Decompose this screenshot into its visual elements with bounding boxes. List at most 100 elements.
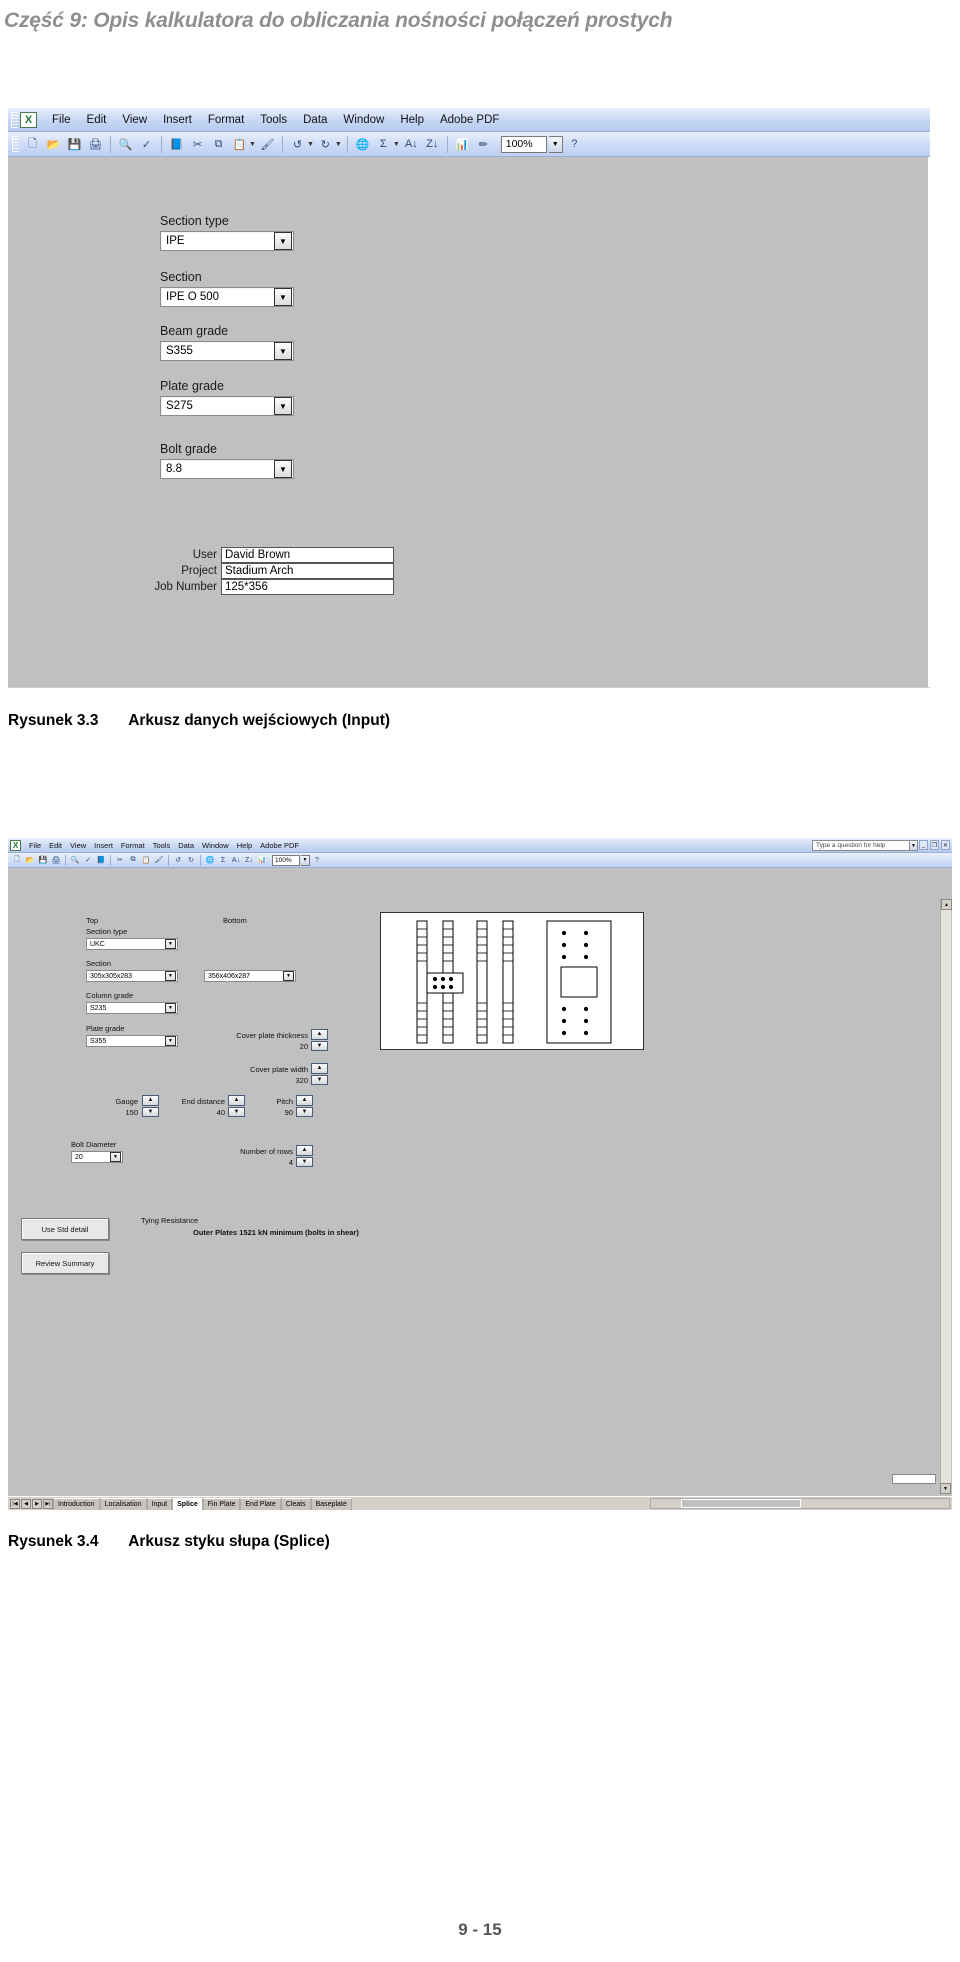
cover-plate-width-stepper[interactable]: ▲ ▼ bbox=[311, 1063, 328, 1085]
project-input[interactable]: Stadium Arch bbox=[221, 563, 394, 579]
paste-icon[interactable]: 📋 bbox=[230, 135, 249, 154]
section-dropdown[interactable]: IPE O 500 ▼ bbox=[160, 287, 294, 307]
redo-icon[interactable]: ↻ bbox=[185, 854, 197, 866]
first-sheet-icon[interactable]: |◀ bbox=[10, 1498, 20, 1509]
menu2-data[interactable]: Data bbox=[174, 841, 198, 850]
zoom-input[interactable]: 100% bbox=[500, 135, 547, 153]
beam-grade-dropdown[interactable]: S355 ▼ bbox=[160, 341, 294, 361]
plate-grade-dropdown[interactable]: S275 ▼ bbox=[160, 396, 294, 416]
autosum-icon[interactable]: Σ bbox=[374, 135, 393, 154]
sort-descending-icon[interactable]: Z↓ bbox=[423, 135, 442, 154]
pitch-stepper[interactable]: ▲ ▼ bbox=[296, 1095, 313, 1117]
menu2-file[interactable]: File bbox=[25, 841, 45, 850]
vertical-scrollbar[interactable]: ▲ bbox=[940, 899, 952, 1494]
redo-dropdown-icon[interactable]: ▼ bbox=[335, 141, 342, 148]
zoom-dropdown-icon[interactable]: ▼ bbox=[548, 135, 563, 153]
menu-insert[interactable]: Insert bbox=[155, 112, 200, 128]
sheet-tab-splice[interactable]: Splice bbox=[172, 1497, 203, 1510]
stepper-down-icon[interactable]: ▼ bbox=[228, 1106, 245, 1117]
menu-adobe-pdf[interactable]: Adobe PDF bbox=[432, 112, 507, 128]
toolbar-grip-handle-2[interactable] bbox=[12, 136, 19, 152]
help-icon[interactable]: ? bbox=[565, 135, 584, 154]
save-icon[interactable]: 💾 bbox=[65, 135, 84, 154]
job-number-input[interactable]: 125*356 bbox=[221, 579, 394, 595]
horizontal-scroll-thumb[interactable] bbox=[681, 1499, 801, 1508]
plate-grade-dropdown-2[interactable]: S355 ▼ bbox=[86, 1035, 178, 1047]
cut-icon[interactable]: ✂ bbox=[114, 854, 126, 866]
section-dropdown-bottom[interactable]: 356x406x287 ▼ bbox=[204, 970, 296, 982]
zoom-input[interactable]: 100% bbox=[272, 854, 300, 866]
menu-window[interactable]: Window bbox=[335, 112, 392, 128]
stepper-down-icon[interactable]: ▼ bbox=[311, 1040, 328, 1051]
sheet-tab-baseplate[interactable]: Baseplate bbox=[310, 1497, 352, 1510]
menu2-format[interactable]: Format bbox=[117, 841, 149, 850]
sheet-tab-introduction[interactable]: Introduction bbox=[53, 1497, 100, 1510]
menu2-help[interactable]: Help bbox=[233, 841, 256, 850]
new-icon[interactable]: 🗋 bbox=[11, 854, 23, 866]
stepper-up-icon[interactable]: ▲ bbox=[296, 1145, 313, 1156]
section-type-dropdown-top[interactable]: UKC ▼ bbox=[86, 938, 178, 950]
menu-format[interactable]: Format bbox=[200, 112, 252, 128]
cut-icon[interactable]: ✂ bbox=[188, 135, 207, 154]
research-icon[interactable]: 📘 bbox=[95, 854, 107, 866]
stepper-down-icon[interactable]: ▼ bbox=[142, 1106, 159, 1117]
autosum-icon[interactable]: Σ bbox=[217, 854, 229, 866]
spelling-icon[interactable]: ✓ bbox=[137, 135, 156, 154]
spelling-icon[interactable]: ✓ bbox=[82, 854, 94, 866]
stepper-down-icon[interactable]: ▼ bbox=[296, 1106, 313, 1117]
paste-icon[interactable]: 📋 bbox=[140, 854, 152, 866]
next-sheet-icon[interactable]: ▶ bbox=[32, 1498, 42, 1509]
menu2-edit[interactable]: Edit bbox=[45, 841, 66, 850]
copy-icon[interactable]: ⧉ bbox=[209, 135, 228, 154]
print-preview-icon[interactable]: 🔍 bbox=[69, 854, 81, 866]
chevron-down-icon[interactable]: ▼ bbox=[274, 288, 292, 306]
redo-icon[interactable]: ↻ bbox=[316, 135, 335, 154]
last-sheet-icon[interactable]: ▶| bbox=[43, 1498, 53, 1509]
chevron-down-icon[interactable]: ▼ bbox=[274, 397, 292, 415]
chart-wizard-icon[interactable]: 📊 bbox=[453, 135, 472, 154]
sort-ascending-icon[interactable]: A↓ bbox=[230, 854, 242, 866]
undo-dropdown-icon[interactable]: ▼ bbox=[307, 141, 314, 148]
sort-ascending-icon[interactable]: A↓ bbox=[402, 135, 421, 154]
prev-sheet-icon[interactable]: ◀ bbox=[21, 1498, 31, 1509]
paste-dropdown-icon[interactable]: ▼ bbox=[249, 141, 256, 148]
copy-icon[interactable]: ⧉ bbox=[127, 854, 139, 866]
stepper-down-icon[interactable]: ▼ bbox=[296, 1156, 313, 1167]
toolbar-grip-handle[interactable] bbox=[11, 111, 18, 128]
column-grade-dropdown[interactable]: S235 ▼ bbox=[86, 1002, 178, 1014]
gauge-stepper[interactable]: ▲ ▼ bbox=[142, 1095, 159, 1117]
chevron-down-icon[interactable]: ▼ bbox=[274, 460, 292, 478]
sheet-tab-localisation[interactable]: Localisation bbox=[99, 1497, 147, 1510]
sheet-tab-input[interactable]: Input bbox=[146, 1497, 173, 1510]
user-input[interactable]: David Brown bbox=[221, 547, 394, 563]
close-icon[interactable]: ✕ bbox=[941, 840, 950, 850]
stepper-up-icon[interactable]: ▲ bbox=[296, 1095, 313, 1106]
hyperlink-icon[interactable]: 🌐 bbox=[204, 854, 216, 866]
print-icon[interactable]: 🖨 bbox=[50, 854, 62, 866]
menu-edit[interactable]: Edit bbox=[79, 112, 115, 128]
ask-a-question-input[interactable]: Type a question for help bbox=[812, 840, 910, 851]
end-distance-stepper[interactable]: ▲ ▼ bbox=[228, 1095, 245, 1117]
format-painter-icon[interactable]: 🖌 bbox=[258, 135, 277, 154]
scroll-down-icon[interactable]: ▼ bbox=[940, 1483, 951, 1494]
undo-icon[interactable]: ↺ bbox=[172, 854, 184, 866]
menu-file[interactable]: File bbox=[44, 112, 79, 128]
chevron-down-icon[interactable]: ▼ bbox=[165, 1003, 176, 1013]
bolt-diameter-dropdown[interactable]: 20 ▼ bbox=[71, 1151, 123, 1163]
print-icon[interactable]: 🖨 bbox=[86, 135, 105, 154]
scroll-up-icon[interactable]: ▲ bbox=[941, 899, 952, 910]
review-summary-button[interactable]: Review Summary bbox=[21, 1252, 109, 1274]
format-painter-icon[interactable]: 🖌 bbox=[153, 854, 165, 866]
restore-icon[interactable]: ❐ bbox=[930, 840, 939, 850]
section-type-dropdown[interactable]: IPE ▼ bbox=[160, 231, 294, 251]
stepper-up-icon[interactable]: ▲ bbox=[142, 1095, 159, 1106]
number-of-rows-stepper[interactable]: ▲ ▼ bbox=[296, 1145, 313, 1167]
help-icon[interactable]: ? bbox=[311, 854, 323, 866]
new-icon[interactable]: 🗋 bbox=[23, 135, 42, 154]
stepper-up-icon[interactable]: ▲ bbox=[311, 1063, 328, 1074]
sheet-tab-end-plate[interactable]: End Plate bbox=[240, 1497, 281, 1510]
chevron-down-icon[interactable]: ▼ bbox=[165, 971, 176, 981]
menu-tools[interactable]: Tools bbox=[252, 112, 295, 128]
hyperlink-icon[interactable]: 🌐 bbox=[353, 135, 372, 154]
stepper-down-icon[interactable]: ▼ bbox=[311, 1074, 328, 1085]
